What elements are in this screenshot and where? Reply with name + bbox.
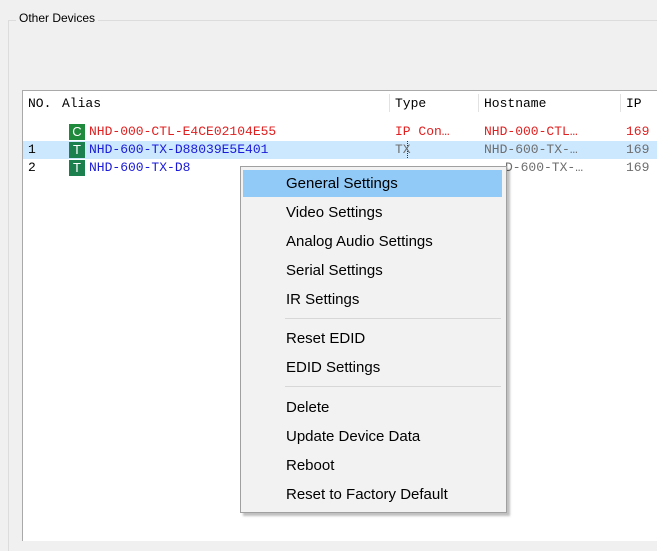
- column-header-type[interactable]: Type: [390, 91, 480, 115]
- column-header-ip[interactable]: IP: [621, 91, 657, 115]
- row-hostname: NHD-000-CTL…: [484, 124, 578, 139]
- row-type: IP Con…: [395, 124, 450, 139]
- controller-badge-icon: C: [69, 124, 85, 140]
- row-hostname: NHD-600-TX-…: [484, 142, 578, 157]
- column-header-hostname[interactable]: Hostname: [479, 91, 619, 115]
- group-title: Other Devices: [16, 11, 99, 25]
- row-alias: NHD-600-TX-D88039E5E401: [89, 142, 269, 157]
- menu-separator: [285, 386, 501, 387]
- menu-item-delete[interactable]: Delete: [243, 394, 502, 421]
- table-row[interactable]: C NHD-000-CTL-E4CE02104E55 IP Con… NHD-0…: [23, 123, 657, 141]
- row-hostname: D-600-TX-…: [505, 160, 584, 175]
- menu-item-general-settings[interactable]: General Settings: [243, 170, 502, 197]
- column-header-no[interactable]: NO.: [23, 91, 59, 115]
- menu-item-analog-audio-settings[interactable]: Analog Audio Settings: [243, 228, 502, 255]
- menu-separator: [285, 318, 501, 319]
- list-header: NO. Alias Type Hostname IP: [23, 91, 657, 115]
- menu-item-ir-settings[interactable]: IR Settings: [243, 286, 502, 313]
- menu-item-update-device-data[interactable]: Update Device Data: [243, 423, 502, 450]
- table-row-selected[interactable]: 1 T NHD-600-TX-D88039E5E401 TX NHD-600-T…: [23, 141, 657, 159]
- menu-item-reset-to-factory-default[interactable]: Reset to Factory Default: [243, 481, 502, 508]
- menu-item-serial-settings[interactable]: Serial Settings: [243, 257, 502, 284]
- context-menu: General Settings Video Settings Analog A…: [240, 166, 507, 513]
- row-alias: NHD-000-CTL-E4CE02104E55: [89, 124, 277, 139]
- menu-item-reboot[interactable]: Reboot: [243, 452, 502, 479]
- row-ip: 169: [626, 124, 650, 139]
- transmitter-badge-icon: T: [69, 160, 85, 176]
- row-number: [28, 123, 56, 141]
- row-type: TX: [395, 142, 411, 157]
- row-number: 1: [28, 142, 36, 157]
- column-header-alias[interactable]: Alias: [57, 91, 377, 115]
- row-ip: 169: [626, 160, 650, 175]
- transmitter-badge-icon: T: [69, 142, 85, 158]
- menu-item-reset-edid[interactable]: Reset EDID: [243, 325, 502, 352]
- row-ip: 169: [626, 142, 650, 157]
- row-number: 2: [28, 160, 36, 175]
- menu-item-edid-settings[interactable]: EDID Settings: [243, 354, 502, 381]
- menu-item-video-settings[interactable]: Video Settings: [243, 199, 502, 226]
